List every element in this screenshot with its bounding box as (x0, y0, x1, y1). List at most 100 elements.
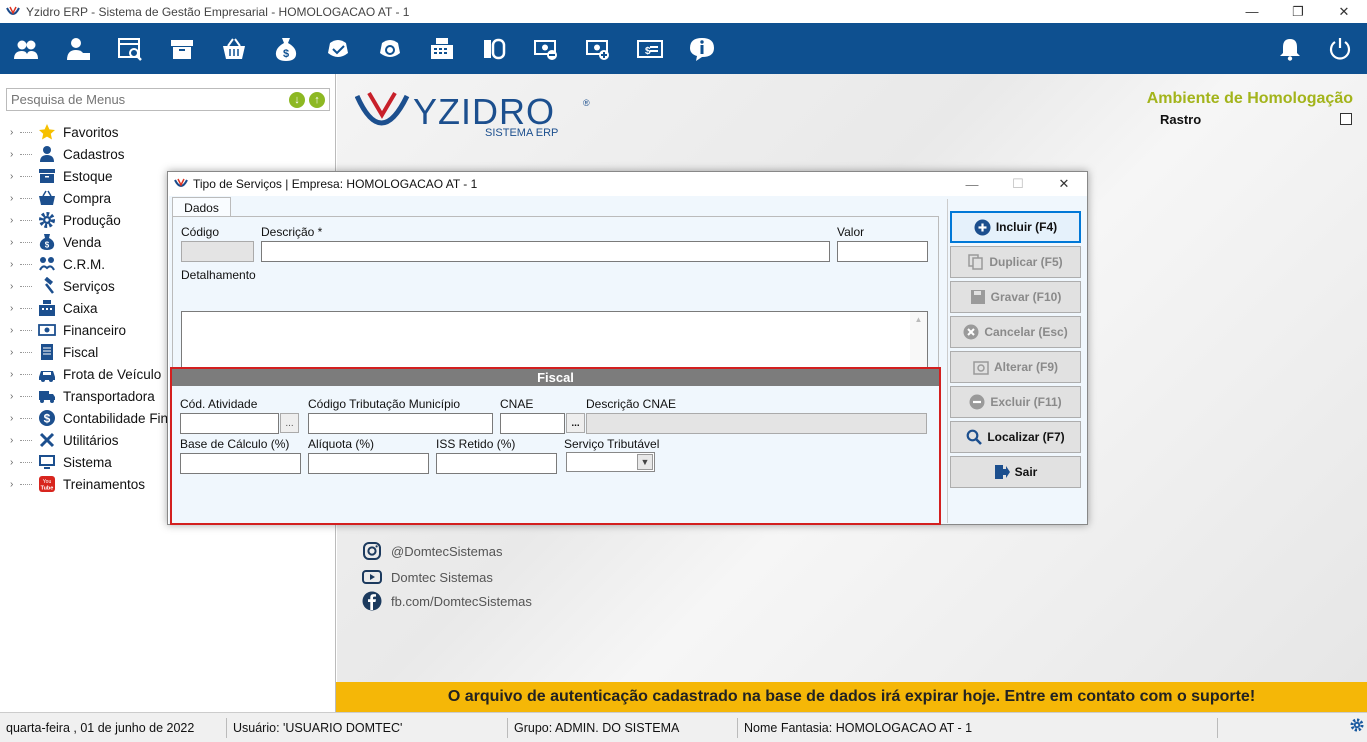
sidebar-item-utilit-rios[interactable]: › Utilitários (10, 429, 183, 451)
expand-chevron-icon[interactable]: › (10, 259, 20, 270)
youtube-link[interactable]: Domtec Sistemas (362, 567, 493, 587)
register-search-icon[interactable] (104, 23, 156, 74)
facebook-link[interactable]: fb.com/DomtecSistemas (362, 591, 532, 611)
settings-gear-icon[interactable] (1349, 717, 1365, 736)
alterar-button[interactable]: Alterar (F9) (950, 351, 1081, 383)
archive-box-icon[interactable] (156, 23, 208, 74)
tab-dados[interactable]: Dados (172, 197, 231, 217)
sidebar-item-cadastros[interactable]: › Cadastros (10, 143, 183, 165)
incluir-button[interactable]: Incluir (F4) (950, 211, 1081, 243)
cod-atividade-lookup-button[interactable]: ... (280, 413, 299, 433)
sidebar-item-c-r-m[interactable]: › C.R.M. (10, 253, 183, 275)
facebook-icon (362, 591, 382, 611)
expand-chevron-icon[interactable]: › (10, 171, 20, 182)
arrow-up-icon[interactable]: ↑ (309, 92, 325, 108)
expand-chevron-icon[interactable]: › (10, 149, 20, 160)
expand-chevron-icon[interactable]: › (10, 391, 20, 402)
sidebar-item-sistema[interactable]: › Sistema (10, 451, 183, 473)
iss-retido-field[interactable] (436, 453, 557, 474)
sidebar-item-label: Compra (63, 190, 112, 206)
sidebar-item-produ-o[interactable]: › Produção (10, 209, 183, 231)
sidebar-item-fiscal[interactable]: › Fiscal (10, 341, 183, 363)
gravar-button[interactable]: Gravar (F10) (950, 281, 1081, 313)
user-card-icon[interactable] (52, 23, 104, 74)
sidebar-item-transportadora[interactable]: › Transportadora (10, 385, 183, 407)
cnae-lookup-button[interactable]: ... (566, 413, 585, 433)
servico-tributavel-select[interactable]: ▼ (566, 452, 655, 472)
excluir-button[interactable]: Excluir (F11) (950, 386, 1081, 418)
sidebar-item-compra[interactable]: › Compra (10, 187, 183, 209)
sidebar-item-contabilidade-finan[interactable]: › $ Contabilidade Finan (10, 407, 183, 429)
sidebar-item-favoritos[interactable]: › Favoritos (10, 121, 183, 143)
aliquota-field[interactable] (308, 453, 429, 474)
basket-icon[interactable] (208, 23, 260, 74)
power-icon[interactable] (1314, 23, 1366, 74)
sidebar-item-label: Utilitários (63, 432, 119, 448)
box-icon (37, 167, 57, 185)
money-plus-icon[interactable] (572, 23, 624, 74)
expand-chevron-icon[interactable]: › (10, 281, 20, 292)
sidebar-item-venda[interactable]: › $ Venda (10, 231, 183, 253)
scanner-icon[interactable] (468, 23, 520, 74)
restore-button[interactable]: ❐ (1275, 0, 1321, 23)
tree-connector (20, 329, 32, 331)
expand-chevron-icon[interactable]: › (10, 347, 20, 358)
close-button[interactable]: ✕ (1321, 0, 1367, 23)
expand-chevron-icon[interactable]: › (10, 413, 20, 424)
minimize-button[interactable]: — (1229, 0, 1275, 23)
expand-chevron-icon[interactable]: › (10, 457, 20, 468)
dialog-minimize-button[interactable]: — (949, 172, 995, 196)
bell-icon[interactable] (1264, 23, 1316, 74)
sidebar-item-financeiro[interactable]: › Financeiro (10, 319, 183, 341)
rastro-checkbox[interactable] (1340, 113, 1352, 125)
sidebar-item-servi-os[interactable]: › Serviços (10, 275, 183, 297)
expand-chevron-icon[interactable]: › (10, 369, 20, 380)
valor-field[interactable] (837, 241, 928, 262)
sidebar-item-label: Produção (63, 212, 121, 228)
cod-atividade-field[interactable] (180, 413, 279, 434)
money-minus-icon[interactable] (520, 23, 572, 74)
arrow-down-icon[interactable]: ↓ (289, 92, 305, 108)
cash-register-icon[interactable] (416, 23, 468, 74)
expand-chevron-icon[interactable]: › (10, 127, 20, 138)
dialog-close-button[interactable]: ✕ (1041, 172, 1087, 196)
nfe-icon[interactable]: NF (312, 23, 364, 74)
scroll-up-icon[interactable]: ▲ (915, 315, 923, 324)
sidebar-item-caixa[interactable]: › Caixa (10, 297, 183, 319)
expand-chevron-icon[interactable]: › (10, 479, 20, 490)
base-calculo-field[interactable] (180, 453, 301, 474)
invoice-money-icon[interactable]: $ (624, 23, 676, 74)
cod-trib-municipio-field[interactable] (308, 413, 493, 434)
money-bag-icon[interactable]: $ (260, 23, 312, 74)
menu-search-input[interactable] (11, 92, 281, 107)
sidebar-item-label: Frota de Veículo (63, 366, 162, 382)
info-icon[interactable] (676, 23, 728, 74)
tree-connector (20, 263, 32, 265)
users-icon[interactable] (0, 23, 52, 74)
instagram-link[interactable]: @DomtecSistemas (362, 541, 502, 561)
sidebar-item-treinamentos[interactable]: › You Tube Treinamentos (10, 473, 183, 495)
cancelar-button[interactable]: Cancelar (Esc) (950, 316, 1081, 348)
svg-text:You: You (43, 479, 52, 485)
sidebar-item-frota-de-ve-culo[interactable]: › Frota de Veículo (10, 363, 183, 385)
expand-chevron-icon[interactable]: › (10, 237, 20, 248)
cnae-field[interactable] (500, 413, 565, 434)
codigo-field[interactable] (181, 241, 254, 262)
expand-chevron-icon[interactable]: › (10, 303, 20, 314)
duplicar-button[interactable]: Duplicar (F5) (950, 246, 1081, 278)
chevron-down-icon[interactable]: ▼ (637, 454, 653, 470)
descricao-field[interactable] (261, 241, 830, 262)
nfse-icon[interactable] (364, 23, 416, 74)
dialog-maximize-button[interactable]: ☐ (995, 172, 1041, 196)
localizar-button[interactable]: Localizar (F7) (950, 421, 1081, 453)
sidebar-item-estoque[interactable]: › Estoque (10, 165, 183, 187)
yzidro-logo: YZIDRO ® SISTEMA ERP (354, 88, 595, 141)
svg-text:$: $ (45, 241, 50, 250)
descricao-cnae-field[interactable] (586, 413, 927, 434)
expand-chevron-icon[interactable]: › (10, 325, 20, 336)
expand-chevron-icon[interactable]: › (10, 193, 20, 204)
sidebar-item-label: Transportadora (63, 388, 155, 404)
expand-chevron-icon[interactable]: › (10, 435, 20, 446)
expand-chevron-icon[interactable]: › (10, 215, 20, 226)
sair-button[interactable]: Sair (950, 456, 1081, 488)
